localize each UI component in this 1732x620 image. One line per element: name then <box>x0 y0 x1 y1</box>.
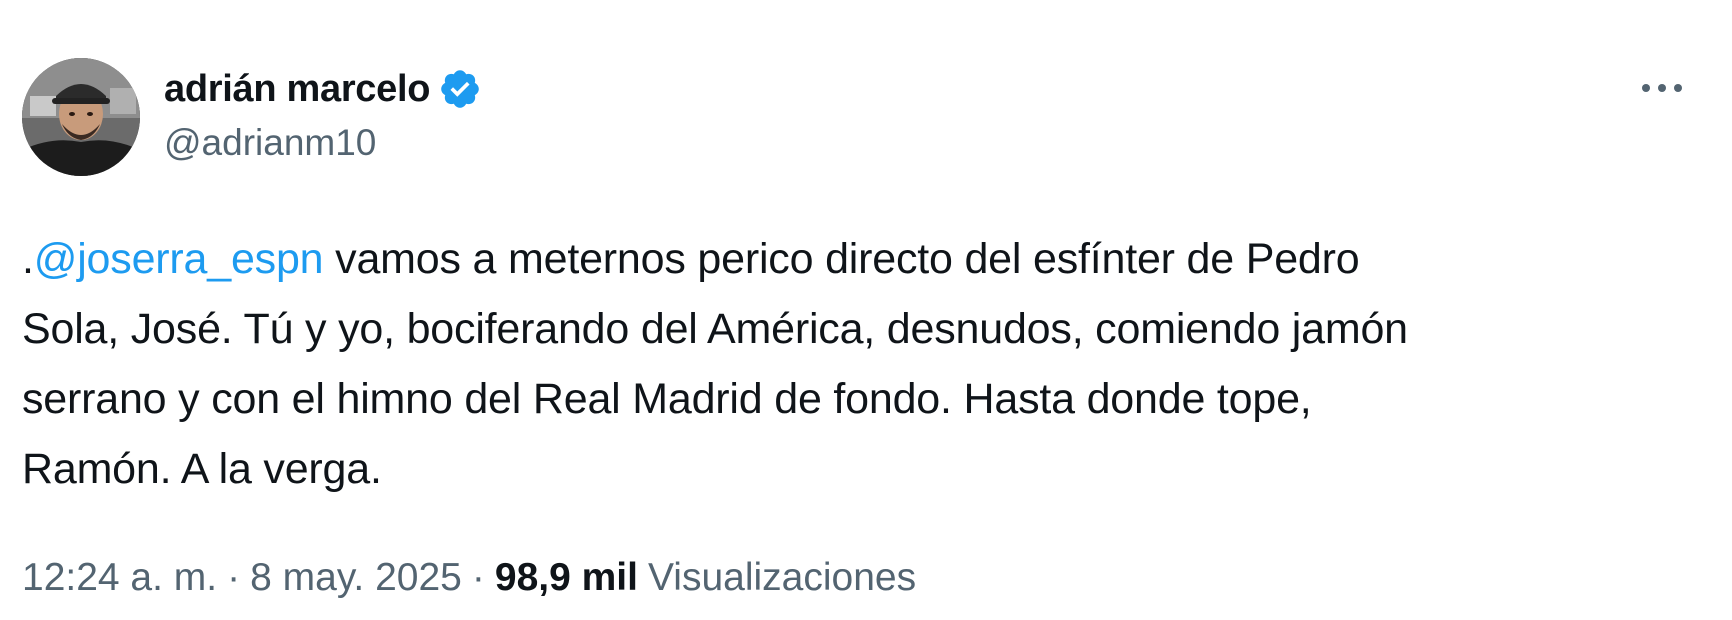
tweet-text-line-1-rest: vamos a meternos perico directo del esfí… <box>323 235 1360 283</box>
more-options-button[interactable] <box>1630 66 1694 110</box>
tweet-text-line-4: Ramón. A la verga. <box>22 445 382 493</box>
tweet-text: .@joserra_espn vamos a meternos perico d… <box>22 224 1712 504</box>
tweet-card: adrián marcelo @adrianm10 .@joserra_espn… <box>0 0 1732 620</box>
meta-separator: · <box>471 556 485 599</box>
avatar-image <box>22 58 140 176</box>
verified-badge-icon[interactable] <box>438 67 482 111</box>
tweet-text-prefix: . <box>22 235 34 283</box>
author-display-name[interactable]: adrián marcelo <box>164 68 430 111</box>
avatar[interactable] <box>22 58 140 176</box>
tweet-time[interactable]: 12:24 a. m. <box>22 556 217 600</box>
tweet-text-line-3: serrano y con el himno del Real Madrid d… <box>22 375 1312 423</box>
tweet-text-line-2: Sola, José. Tú y yo, bociferando del Amé… <box>22 305 1408 353</box>
tweet-meta: 12:24 a. m. · 8 may. 2025 · 98,9 mil Vis… <box>22 556 916 600</box>
more-horizontal-icon <box>1642 84 1682 92</box>
views-count: 98,9 mil <box>494 556 638 599</box>
mention-link[interactable]: @joserra_espn <box>34 235 324 283</box>
tweet-text-line-1: .@joserra_espn vamos a meternos perico d… <box>22 224 1712 294</box>
tweet-date[interactable]: 8 may. 2025 <box>250 556 462 600</box>
meta-separator: · <box>227 556 241 599</box>
author-handle[interactable]: @adrianm10 <box>164 122 376 164</box>
views-label[interactable]: Visualizaciones <box>648 556 916 600</box>
author-name-row: adrián marcelo <box>164 62 482 116</box>
